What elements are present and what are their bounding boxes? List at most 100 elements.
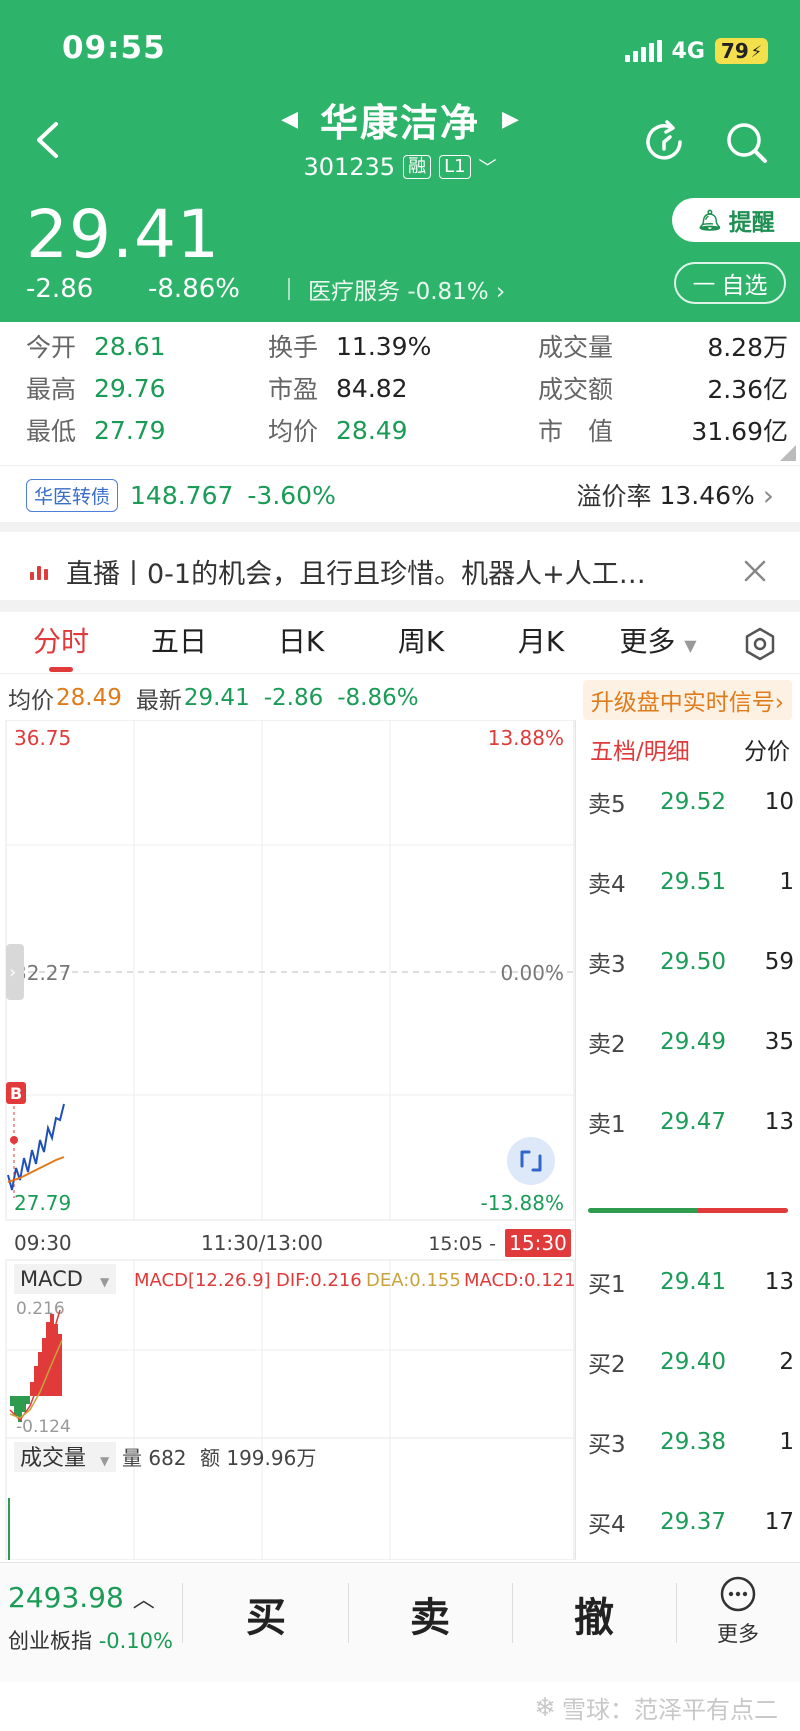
status-time: 09:55 [62, 30, 166, 66]
ask-price: 29.49 [660, 1029, 726, 1055]
tab-five-day[interactable]: 五日 [140, 622, 218, 666]
bid-price: 29.38 [660, 1429, 726, 1455]
tab-daily-k[interactable]: 日K [262, 622, 340, 666]
stat-value: 29.76 [94, 373, 166, 403]
macd-value: MACD:0.121 [464, 1270, 575, 1291]
battery-icon: 79 ⚡ [714, 38, 768, 64]
stat-value: 2.36亿 [707, 375, 788, 404]
stat-value: 8.28万 [707, 333, 788, 362]
change-percent: -8.86% [148, 274, 240, 304]
stock-header: 09:55 4G 79 ⚡ ◀ 华康洁净 ▶ 301235 融 L1 ﹀ 29.… [0, 0, 800, 322]
premium-value: 13.46% [659, 480, 755, 510]
cancel-order-button[interactable]: 撤 [534, 1585, 654, 1643]
stat-turnover: 换手 11.39% [268, 328, 431, 364]
stat-value: 28.49 [336, 415, 408, 445]
stat-amount: 成交额 2.36亿 [538, 370, 788, 406]
upgrade-signal-label: 升级盘中实时信号 [590, 690, 775, 716]
stat-avg: 均价 28.49 [268, 412, 408, 448]
ask-qty: 10 [764, 789, 794, 815]
ask-side: 卖3 [588, 952, 626, 978]
bid-qty: 13 [764, 1269, 794, 1295]
close-icon[interactable] [740, 556, 770, 586]
stock-code: 301235 [303, 153, 396, 181]
alert-label: 提醒 [728, 210, 775, 236]
live-banner[interactable]: 直播丨0-1的机会，且行且珍惜。机器人+人工… [0, 542, 800, 612]
stat-volume: 成交量 8.28万 [538, 328, 788, 364]
chevron-up-icon: ︿ [132, 1588, 155, 1613]
stat-label: 市盈 [268, 375, 319, 404]
premium-label: 溢价率 [576, 482, 652, 511]
stat-value: 27.79 [94, 415, 166, 445]
stat-value: 84.82 [336, 373, 408, 403]
stat-label: 最高 [26, 375, 77, 404]
stat-low: 最低 27.79 [26, 412, 166, 448]
sell-button[interactable]: 卖 [370, 1585, 490, 1643]
expand-corner-icon[interactable] [780, 445, 796, 461]
convertible-bond-row[interactable]: 华医转债 148.767 -3.60% 溢价率 13.46% › [0, 468, 800, 532]
chevron-down-icon[interactable]: ﹀ [479, 154, 497, 180]
stat-label: 均价 [268, 417, 319, 446]
bid-side: 买2 [588, 1352, 626, 1378]
snowball-logo-icon: ❄︎ [534, 1692, 556, 1723]
search-icon[interactable] [722, 118, 770, 166]
pct-label-bottom: -13.88% [481, 1191, 564, 1215]
volume-selector-label: 成交量 [20, 1446, 86, 1471]
ask-price: 29.50 [660, 949, 726, 975]
ask-row: 卖5 29.52 10 [588, 784, 794, 820]
ask-qty: 59 [764, 949, 794, 975]
stat-value: 31.69亿 [691, 417, 788, 446]
fullscreen-button[interactable] [507, 1137, 555, 1185]
stat-value: 11.39% [336, 331, 432, 361]
bond-name: 华医转债 [26, 478, 119, 512]
refresh-icon[interactable] [640, 118, 688, 166]
bid-qty: 17 [764, 1509, 794, 1535]
next-stock-button[interactable]: ▶ [502, 107, 519, 132]
tab-weekly-k[interactable]: 周K [382, 622, 460, 666]
stat-label: 成交量 [538, 333, 614, 362]
level-tag: L1 [439, 155, 471, 179]
x-end-badge-label: 15:30 [509, 1231, 567, 1255]
y-label-bottom: 27.79 [14, 1191, 71, 1215]
prev-stock-button[interactable]: ◀ [281, 107, 298, 132]
intraday-chart[interactable]: 36.75 13.88% 32.27 0.00% 27.79 -13.88% ›… [0, 720, 575, 1560]
stat-label: 换手 [268, 333, 319, 362]
stat-label: 成交额 [538, 375, 614, 404]
stock-name: 华康洁净 [319, 101, 480, 145]
tab-intraday[interactable]: 分时 [22, 622, 100, 672]
ask-price: 29.51 [660, 869, 726, 895]
macd-dea: DEA:0.155 [366, 1270, 461, 1291]
index-change: -0.10% [98, 1629, 173, 1653]
settings-icon[interactable] [742, 626, 778, 662]
bid-side: 买1 [588, 1272, 626, 1298]
upgrade-signal-link[interactable]: 升级盘中实时信号› [582, 680, 792, 720]
stat-label: 最低 [26, 417, 77, 446]
index-info: 创业板指 -0.10% [8, 1625, 173, 1655]
tab-monthly-k[interactable]: 月K [502, 622, 580, 666]
bell-icon: 🔔︎ [697, 208, 723, 232]
sector-link[interactable]: 医疗服务 -0.81% › [308, 272, 505, 306]
watermark: ❄︎ 雪球：范泽平有点二 [534, 1690, 778, 1725]
index-widget[interactable]: 2493.98 ︿ [8, 1581, 155, 1614]
bid-row: 买1 29.41 13 [588, 1264, 794, 1300]
chevron-right-icon: › [9, 962, 16, 983]
alert-button[interactable]: 🔔︎ 提醒 [672, 198, 800, 242]
stat-open: 今开 28.61 [26, 328, 166, 364]
tab-more[interactable]: 更多 ▼ [608, 622, 708, 666]
caret-down-icon: ▼ [684, 636, 697, 655]
macd-dif: DIF:0.216 [276, 1270, 362, 1291]
watchlist-button[interactable]: — 自选 [674, 262, 786, 304]
y-label-top: 36.75 [14, 726, 71, 750]
tab-order-depth[interactable]: 五档/明细 [590, 732, 690, 766]
price-panel-frame [5, 720, 575, 1221]
more-button[interactable]: 更多 [676, 1575, 800, 1648]
divider [348, 1583, 349, 1643]
minus-icon: — [692, 270, 716, 296]
bid-ask-ratio-bar [588, 1208, 788, 1213]
bid-side: 买3 [588, 1432, 626, 1458]
x-label-start: 09:30 [14, 1231, 72, 1255]
buy-button[interactable]: 买 [206, 1585, 326, 1643]
bid-price: 29.41 [660, 1269, 726, 1295]
stat-pe: 市盈 84.82 [268, 370, 408, 406]
ask-row: 卖3 29.50 59 [588, 944, 794, 980]
tab-price-distribution[interactable]: 分价 [744, 732, 790, 766]
